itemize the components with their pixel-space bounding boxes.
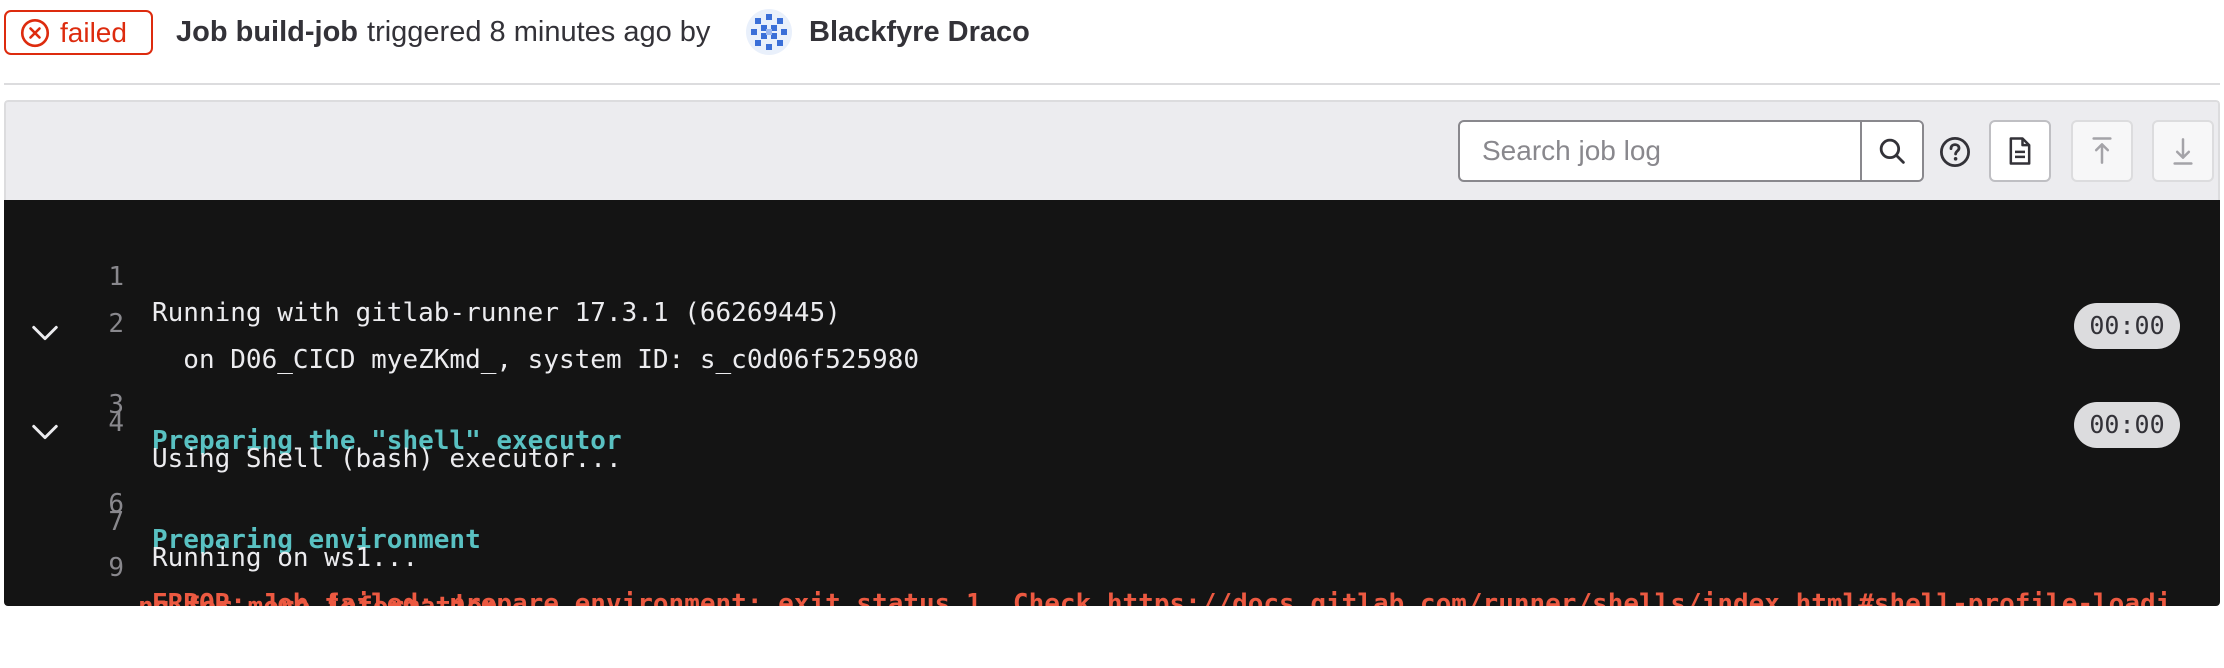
log-line: 1 Running with gitlab-runner 17.3.1 (662… xyxy=(4,223,2220,328)
triggered-text: triggered 8 minutes ago by xyxy=(367,16,711,48)
log-line-error: 9 ERROR: Job failed: prepare environment… xyxy=(4,514,2220,606)
arrow-down-icon xyxy=(2173,138,2193,165)
error-message-suffix: for more information xyxy=(169,592,498,606)
log-section-header[interactable]: 3 Preparing the "shell" executor 00:00 xyxy=(4,303,2220,456)
show-raw-log-button[interactable] xyxy=(1989,120,2051,182)
docs-link-continued[interactable]: ng xyxy=(138,592,169,606)
search-icon xyxy=(1879,138,1905,164)
job-log-output: 1 Running with gitlab-runner 17.3.1 (662… xyxy=(4,200,2220,606)
arrow-up-icon xyxy=(2092,137,2112,164)
job-name: Job build-job xyxy=(176,16,359,48)
log-line: 4 Using Shell (bash) executor... xyxy=(4,369,2220,474)
search-box xyxy=(1458,120,1924,182)
log-line: 7 Running on ws1... xyxy=(4,468,2220,573)
scroll-to-top-button[interactable] xyxy=(2071,120,2133,182)
section-duration-badge: 00:00 xyxy=(2074,402,2180,448)
failed-status-icon xyxy=(20,18,50,47)
error-text-continued: ng for more information xyxy=(138,589,498,606)
status-badge[interactable]: failed xyxy=(4,10,153,55)
document-icon xyxy=(2009,137,2031,165)
chevron-down-icon[interactable] xyxy=(30,319,60,347)
job-header: failed Job build-job triggered 8 minutes… xyxy=(0,0,2224,85)
chevron-down-icon[interactable] xyxy=(30,418,60,446)
search-button[interactable] xyxy=(1860,122,1922,180)
job-log-toolbar xyxy=(4,100,2220,200)
log-section-header[interactable]: 6 Preparing environment 00:00 xyxy=(4,402,2220,555)
question-circle-icon xyxy=(1939,136,1971,168)
status-label: failed xyxy=(60,16,127,48)
help-button[interactable] xyxy=(1938,135,1972,169)
header-divider xyxy=(4,83,2220,85)
log-line: 2 on D06_CICD myeZKmd_, system ID: s_c0d… xyxy=(4,270,2220,375)
search-job-log-input[interactable] xyxy=(1460,122,1860,180)
avatar[interactable] xyxy=(745,8,793,56)
section-duration-badge: 00:00 xyxy=(2074,303,2180,349)
docs-link[interactable]: https://docs.gitlab.com/runner/shells/in… xyxy=(1107,589,2171,606)
log-line-error-wrap: ng for more information xyxy=(4,553,2220,606)
scroll-to-bottom-button[interactable] xyxy=(2152,120,2214,182)
job-title: Job build-job triggered 8 minutes ago by xyxy=(176,14,710,50)
job-log-panel: 1 Running with gitlab-runner 17.3.1 (662… xyxy=(4,100,2220,606)
user-name-link[interactable]: Blackfyre Draco xyxy=(809,14,1030,50)
